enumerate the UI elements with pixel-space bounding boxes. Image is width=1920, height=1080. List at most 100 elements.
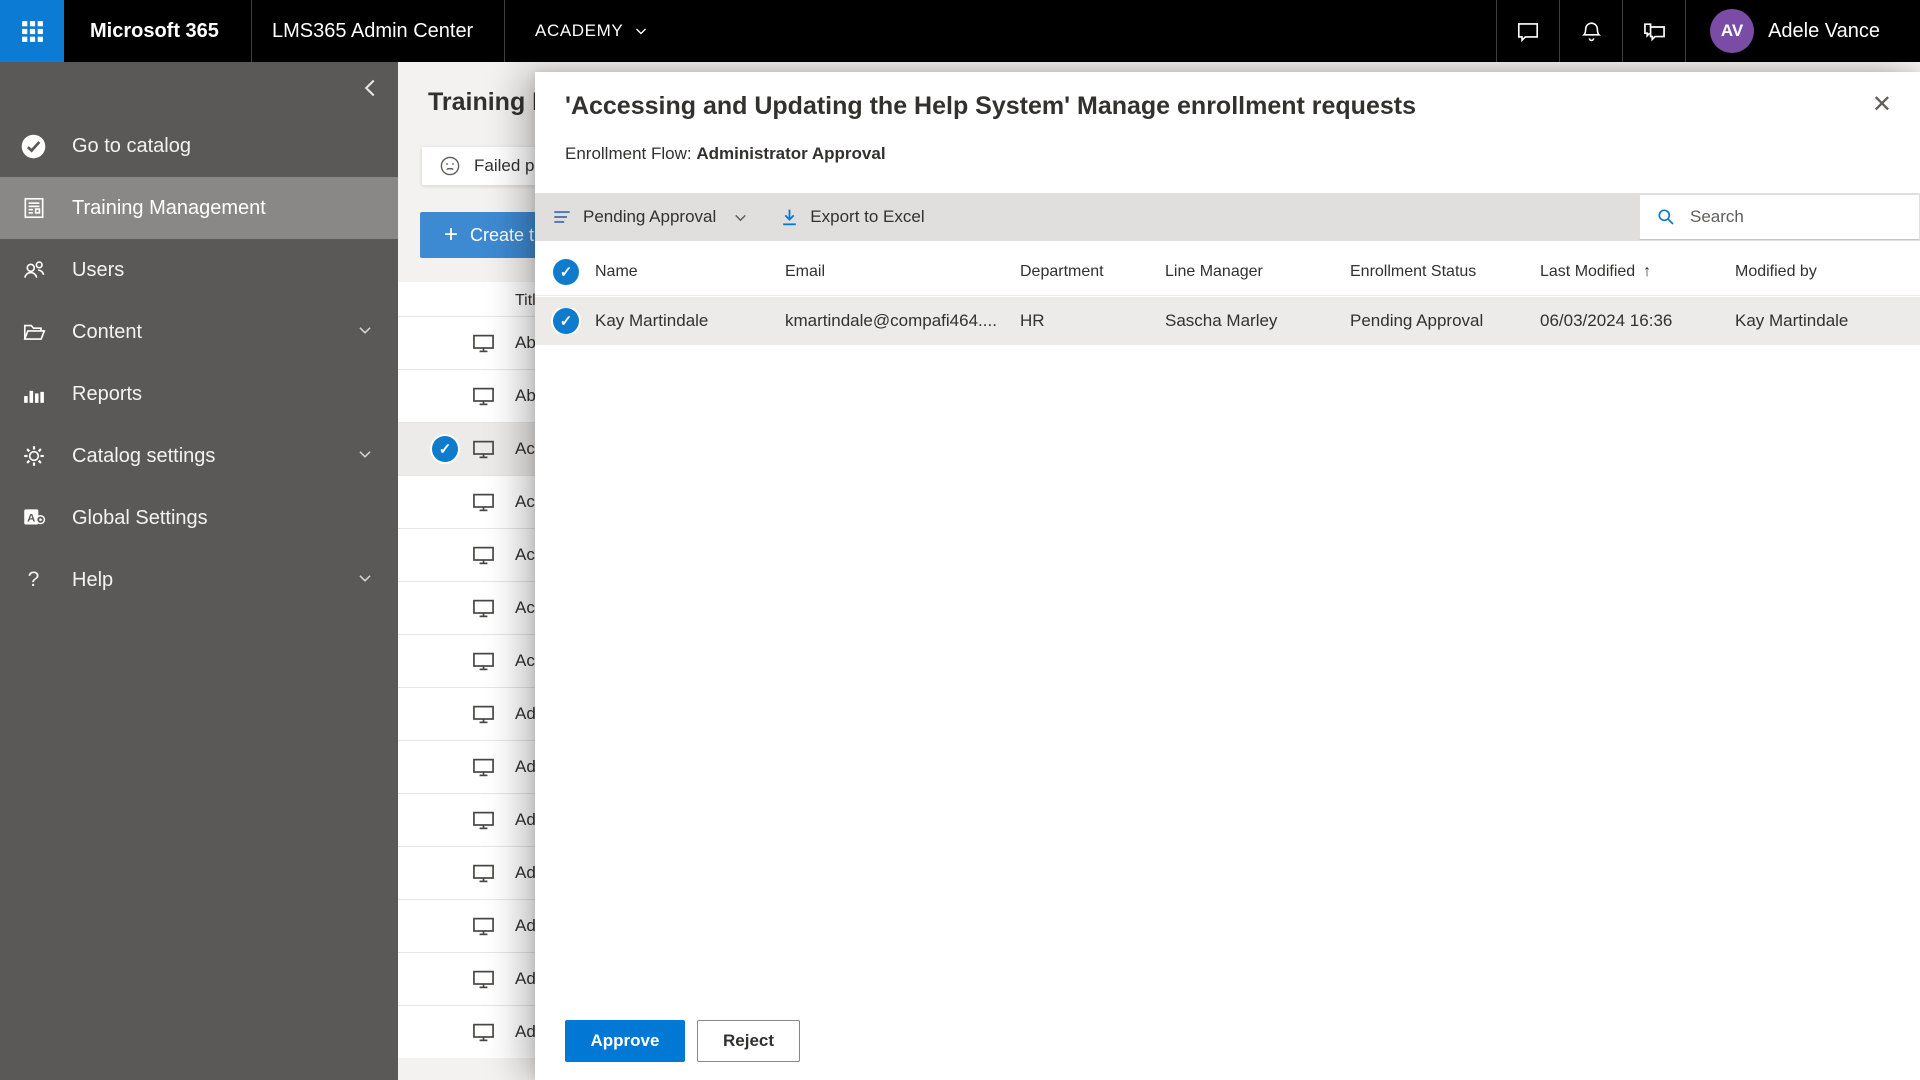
sidebar-item-label: Content [72,320,143,343]
sidebar-item-training-management[interactable]: Training Management [0,177,398,239]
manage-enrollment-requests-dialog: 'Accessing and Updating the Help System'… [535,72,1920,1080]
course-title: Ad [515,704,536,723]
sidebar-item-users[interactable]: Users [0,239,398,301]
monitor-icon [470,648,497,675]
search-box[interactable] [1639,194,1920,240]
monitor-icon [470,489,497,516]
approve-button[interactable]: Approve [565,1020,685,1062]
status-filter-dropdown[interactable]: Pending Approval [551,206,749,228]
course-title: Ad [515,863,536,882]
chevron-down-icon [356,569,374,592]
bar-chart-icon [20,381,47,408]
monitor-icon [470,436,497,463]
monitor-icon [470,701,497,728]
screen: Microsoft 365 LMS365 Admin Center ACADEM… [0,0,1920,1080]
enrollment-table-header: ✓ Name Email Department Line Manager Enr… [535,248,1920,296]
catalog-check-circle-icon [20,133,47,160]
folder-open-icon [20,319,47,346]
cell-email: kmartindale@compafi464.... [785,311,997,330]
sidebar-collapse-button[interactable] [358,76,382,103]
row-checkbox[interactable]: ✓ [553,308,579,334]
sad-face-icon [440,156,460,176]
export-to-excel-button[interactable]: Export to Excel [779,207,925,228]
status-filter-value: Pending Approval [583,207,717,226]
account-menu[interactable]: AV Adele Vance [1685,0,1920,62]
enrollment-flow-label: Enrollment Flow: [565,144,692,163]
reject-button[interactable]: Reject [697,1020,800,1062]
cell-modified-by: Kay Martindale [1735,311,1849,330]
people-icon [20,257,47,284]
monitor-icon [470,754,497,781]
sidebar-item-label: Help [72,568,114,591]
sidebar-item-label: Go to catalog [72,134,191,157]
search-input[interactable] [1690,207,1919,227]
monitor-icon [470,913,497,940]
monitor-icon [470,860,497,887]
tenant-switcher[interactable]: ACADEMY [505,0,649,62]
chevron-down-icon [356,445,374,468]
user-name: Adele Vance [1768,19,1880,42]
chevron-down-icon [636,28,647,35]
feedback-button[interactable] [1622,0,1685,62]
close-button[interactable]: ✕ [1872,90,1892,119]
monitor-icon [470,542,497,569]
column-header-department[interactable]: Department [1010,263,1155,281]
sidebar-item-label: Catalog settings [72,444,216,467]
product-name[interactable]: Microsoft 365 [64,0,252,62]
app-launcher-button[interactable] [0,0,64,62]
sidebar-item-go-to-catalog[interactable]: Go to catalog [0,115,398,177]
tenant-name: ACADEMY [535,21,624,40]
chevron-down-icon [732,209,749,226]
enrollment-flow: Enrollment Flow: Administrator Approval [565,144,886,164]
cell-enrollment-status: Pending Approval [1350,311,1484,330]
question-mark-icon: ? [27,568,40,591]
training-document-icon [20,195,47,222]
column-header-last-modified[interactable]: Last Modified ↑ [1530,263,1725,281]
sidebar-item-help[interactable]: ? Help [0,549,398,611]
column-header-line-manager[interactable]: Line Manager [1155,263,1340,281]
enrollment-request-row[interactable]: ✓ Kay Martindale kmartindale@compafi464.… [535,297,1920,345]
gear-icon [20,443,47,470]
column-header-email[interactable]: Email [775,263,1010,281]
monitor-icon [470,807,497,834]
selected-check-icon[interactable]: ✓ [432,436,458,462]
sort-ascending-icon: ↑ [1643,262,1652,280]
cell-department: HR [1020,311,1045,330]
course-title: Ad [515,916,536,935]
column-header-modified-by[interactable]: Modified by [1725,263,1920,281]
column-header-name[interactable]: Name [585,263,775,281]
download-icon [783,209,797,225]
sidebar-item-reports[interactable]: Reports [0,363,398,425]
feedback-icon [1643,22,1665,41]
select-all-checkbox[interactable]: ✓ [553,258,579,285]
course-title: Ac [515,492,535,511]
sidebar-item-label: Reports [72,382,143,405]
bell-icon [1581,21,1601,41]
monitor-icon [470,595,497,622]
dialog-actions: Approve Reject [565,1020,800,1062]
notifications-button[interactable] [1559,0,1622,62]
export-label: Export to Excel [810,207,925,226]
chevron-down-icon [356,321,374,344]
course-title: Ab [515,386,536,405]
column-header-title[interactable]: Titl [515,292,536,310]
sidebar-item-content[interactable]: Content [0,301,398,363]
chat-button[interactable] [1496,0,1559,62]
course-title: Ab [515,333,536,352]
sidebar-item-catalog-settings[interactable]: Catalog settings [0,425,398,487]
cell-name: Kay Martindale [595,311,709,330]
column-header-enrollment-status[interactable]: Enrollment Status [1340,263,1530,281]
sidebar-item-global-settings[interactable]: A Global Settings [0,487,398,549]
monitor-icon [470,966,497,993]
sidebar-item-label: Training Management [72,196,266,219]
search-icon [1658,209,1674,225]
dialog-title: 'Accessing and Updating the Help System'… [565,92,1416,120]
course-title: Ad [515,1022,536,1041]
app-name[interactable]: LMS365 Admin Center [252,0,505,62]
course-title: Ad [515,757,536,776]
sidebar-item-label: Global Settings [72,506,208,529]
monitor-icon [470,330,497,357]
plus-icon: + [444,221,459,248]
monitor-icon [470,383,497,410]
